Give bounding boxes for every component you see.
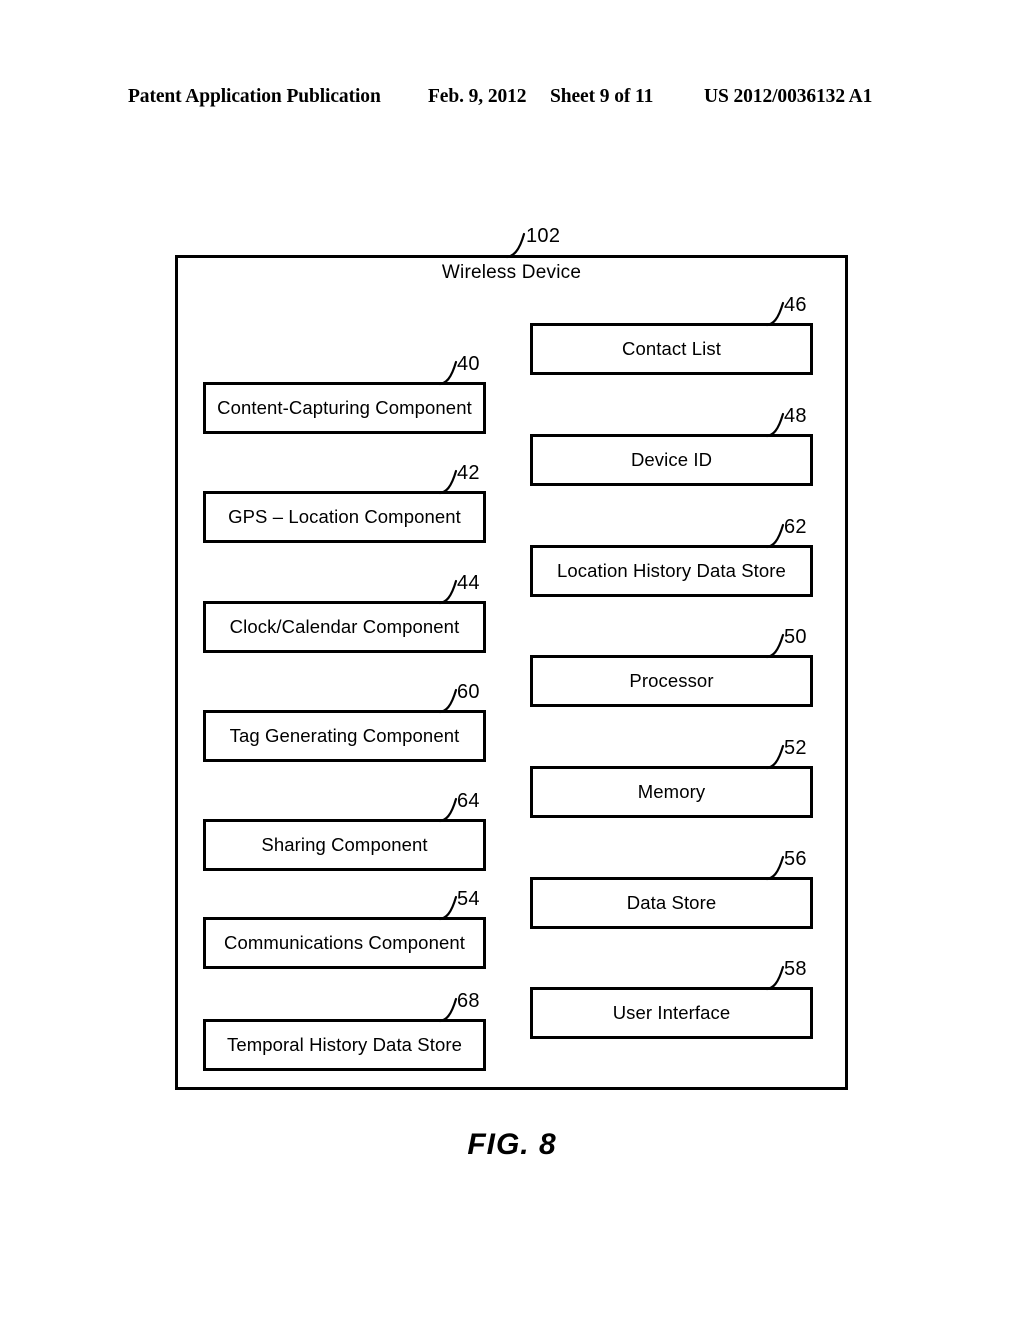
ref-numeral-54: 54	[457, 888, 480, 910]
block-label: Memory	[637, 781, 706, 802]
block-tag-generating-component: Tag Generating Component	[203, 710, 486, 762]
block-clock-calendar-component: Clock/Calendar Component	[203, 601, 486, 653]
block-label: Contact List	[622, 338, 721, 359]
block-content-capturing-component: Content-Capturing Component	[203, 382, 486, 434]
block-processor: Processor	[530, 655, 813, 707]
ref-numeral-56: 56	[784, 848, 807, 870]
ref-numeral-50: 50	[784, 626, 807, 648]
ref-numeral-44: 44	[457, 572, 480, 594]
block-label: Location History Data Store	[557, 560, 786, 581]
wireless-device-title: Wireless Device	[441, 262, 582, 283]
block-label: Clock/Calendar Component	[229, 616, 460, 637]
ref-numeral-68: 68	[457, 990, 480, 1012]
ref-numeral-46: 46	[784, 294, 807, 316]
block-device-id: Device ID	[530, 434, 813, 486]
block-label: Data Store	[626, 892, 717, 913]
block-label: Communications Component	[224, 932, 465, 953]
figure-caption: FIG. 8	[467, 1128, 557, 1161]
block-memory: Memory	[530, 766, 813, 818]
block-label: Sharing Component	[261, 834, 428, 855]
block-user-interface: User Interface	[530, 987, 813, 1039]
block-sharing-component: Sharing Component	[203, 819, 486, 871]
block-label: Device ID	[630, 449, 713, 470]
ref-numeral-58: 58	[784, 958, 807, 980]
ref-numeral-42: 42	[457, 462, 480, 484]
ref-numeral-62: 62	[784, 516, 807, 538]
ref-numeral-52: 52	[784, 737, 807, 759]
block-label: GPS – Location Component	[228, 506, 461, 527]
block-contact-list: Contact List	[530, 323, 813, 375]
block-label: Processor	[629, 670, 714, 691]
block-label: Tag Generating Component	[229, 725, 460, 746]
block-location-history-data-store: Location History Data Store	[530, 545, 813, 597]
block-label: User Interface	[612, 1002, 731, 1023]
ref-numeral-48: 48	[784, 405, 807, 427]
ref-numeral-102: 102	[526, 225, 561, 247]
block-communications-component: Communications Component	[203, 917, 486, 969]
block-label: Temporal History Data Store	[226, 1034, 463, 1055]
block-data-store: Data Store	[530, 877, 813, 929]
ref-numeral-40: 40	[457, 353, 480, 375]
block-temporal-history-data-store: Temporal History Data Store	[203, 1019, 486, 1071]
block-gps-location-component: GPS – Location Component	[203, 491, 486, 543]
patent-figure: Wireless Device 102 Content-Capturing Co…	[0, 0, 1024, 1320]
ref-numeral-64: 64	[457, 790, 480, 812]
ref-numeral-60: 60	[457, 681, 480, 703]
block-label: Content-Capturing Component	[217, 397, 472, 418]
